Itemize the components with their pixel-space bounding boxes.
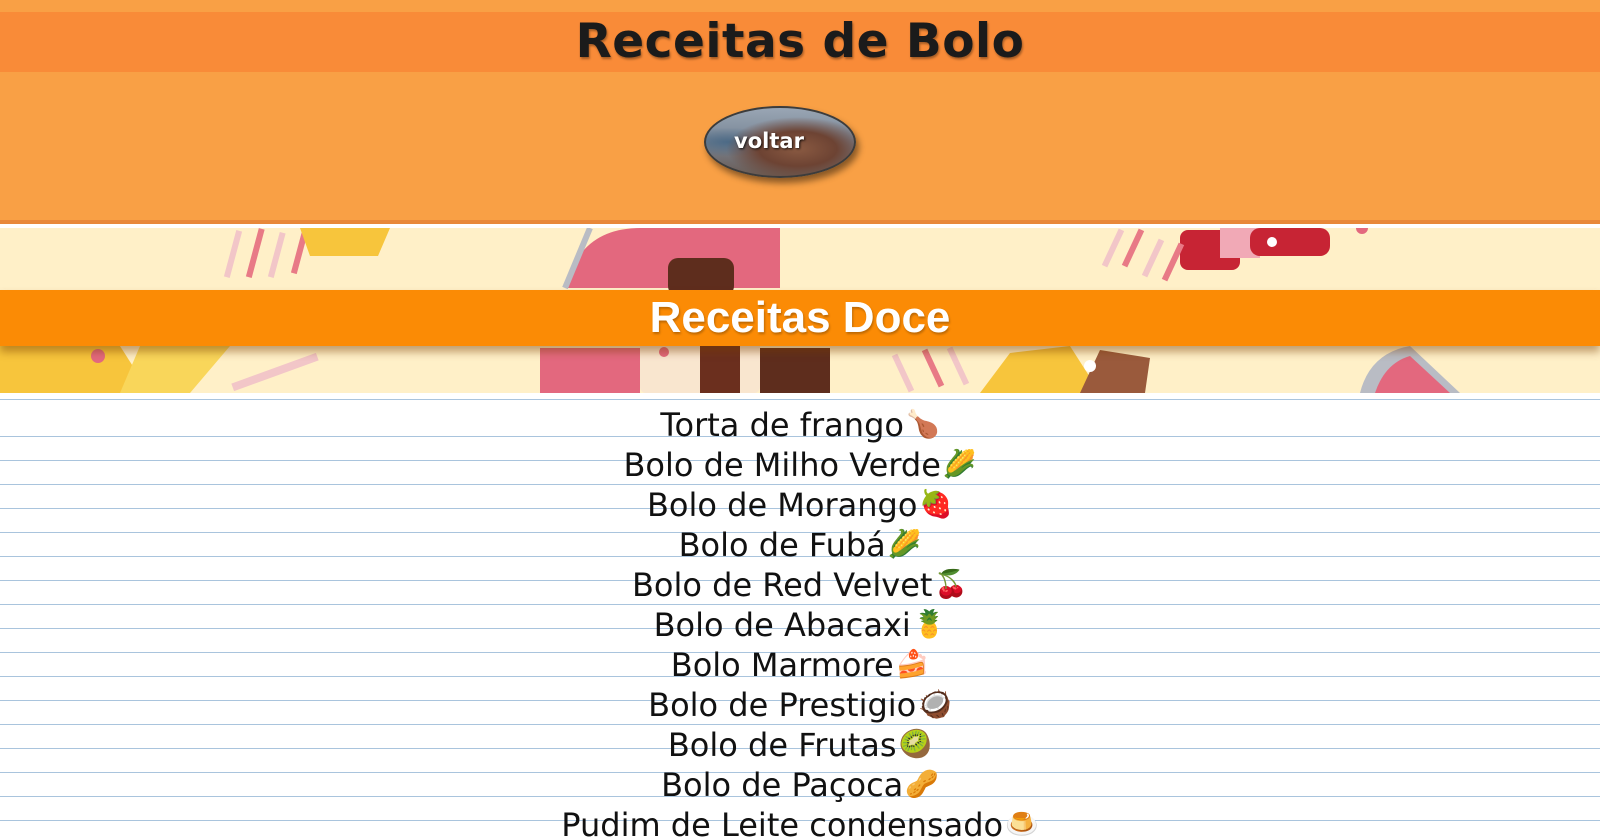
kiwi-icon: 🥝 bbox=[898, 729, 933, 760]
recipe-link[interactable]: Bolo de Morango🍓 bbox=[0, 483, 1600, 524]
recipe-link[interactable]: Bolo de Milho Verde🌽 bbox=[0, 443, 1600, 484]
corn-icon: 🌽 bbox=[942, 449, 977, 480]
cake-decoration-right bbox=[1101, 228, 1368, 282]
peanut-icon: 🥜 bbox=[905, 769, 939, 800]
recipe-link[interactable]: Bolo de Abacaxi🍍 bbox=[0, 603, 1600, 644]
recipe-link[interactable]: Bolo Marmore🍰 bbox=[0, 643, 1600, 684]
recipe-label: Bolo Marmore bbox=[670, 646, 894, 684]
recipe-link[interactable]: Bolo de Prestigio🥥 bbox=[0, 683, 1600, 724]
cake-banner: Receitas Doce bbox=[0, 228, 1600, 393]
strawberry-icon: 🍓 bbox=[919, 489, 954, 520]
cake-decoration-bottom-right bbox=[891, 346, 1460, 393]
recipe-link[interactable]: Bolo de Paçoca🥜 bbox=[0, 763, 1600, 804]
chicken-leg-icon: 🍗 bbox=[905, 409, 940, 440]
recipe-label: Bolo de Frutas bbox=[667, 726, 897, 764]
site-title: Receitas de Bolo bbox=[575, 14, 1025, 69]
recipe-label: Pudim de Leite condensado bbox=[561, 806, 1004, 838]
recipe-link[interactable]: Bolo de Fubá🌽 bbox=[0, 523, 1600, 564]
recipe-label: Bolo de Red Velvet bbox=[631, 566, 933, 604]
section-title: Receitas Doce bbox=[649, 293, 951, 342]
recipe-label: Bolo de Milho Verde bbox=[623, 446, 941, 484]
recipe-link[interactable]: Bolo de Red Velvet🍒 bbox=[0, 563, 1600, 604]
back-button-label: voltar bbox=[734, 129, 804, 153]
site-header: Receitas de Bolo voltar bbox=[0, 0, 1600, 224]
section-band: Receitas Doce bbox=[0, 290, 1600, 346]
recipe-label: Bolo de Morango bbox=[646, 486, 918, 524]
cake-slice-icon: 🍰 bbox=[895, 649, 930, 680]
back-button[interactable]: voltar bbox=[704, 106, 856, 178]
cherry-icon: 🍒 bbox=[934, 569, 969, 600]
recipe-list: Torta de frango🍗 Bolo de Milho Verde🌽 Bolo… bbox=[0, 403, 1600, 838]
recipe-label: Bolo de Paçoca bbox=[661, 766, 904, 804]
recipe-label: Torta de frango bbox=[660, 406, 904, 444]
recipe-label: Bolo de Prestigio bbox=[648, 686, 917, 724]
page: Receitas de Bolo voltar Receitas Doce To… bbox=[0, 0, 1600, 838]
recipe-link[interactable]: Pudim de Leite condensado🍮 bbox=[0, 803, 1600, 838]
recipe-label: Bolo de Fubá bbox=[678, 526, 886, 564]
coconut-icon: 🥥 bbox=[918, 689, 952, 720]
pineapple-icon: 🍍 bbox=[912, 609, 947, 640]
corn-icon: 🌽 bbox=[887, 529, 922, 560]
recipe-list-area: Torta de frango🍗 Bolo de Milho Verde🌽 Bolo… bbox=[0, 393, 1600, 838]
candles-decoration-bottom-left bbox=[0, 346, 319, 393]
candles-decoration-left bbox=[223, 228, 390, 278]
title-band: Receitas de Bolo bbox=[0, 12, 1600, 72]
recipe-link[interactable]: Bolo de Frutas🥝 bbox=[0, 723, 1600, 764]
recipe-label: Bolo de Abacaxi bbox=[653, 606, 911, 644]
recipe-link[interactable]: Torta de frango🍗 bbox=[0, 403, 1600, 444]
pudding-icon: 🍮 bbox=[1005, 809, 1039, 838]
